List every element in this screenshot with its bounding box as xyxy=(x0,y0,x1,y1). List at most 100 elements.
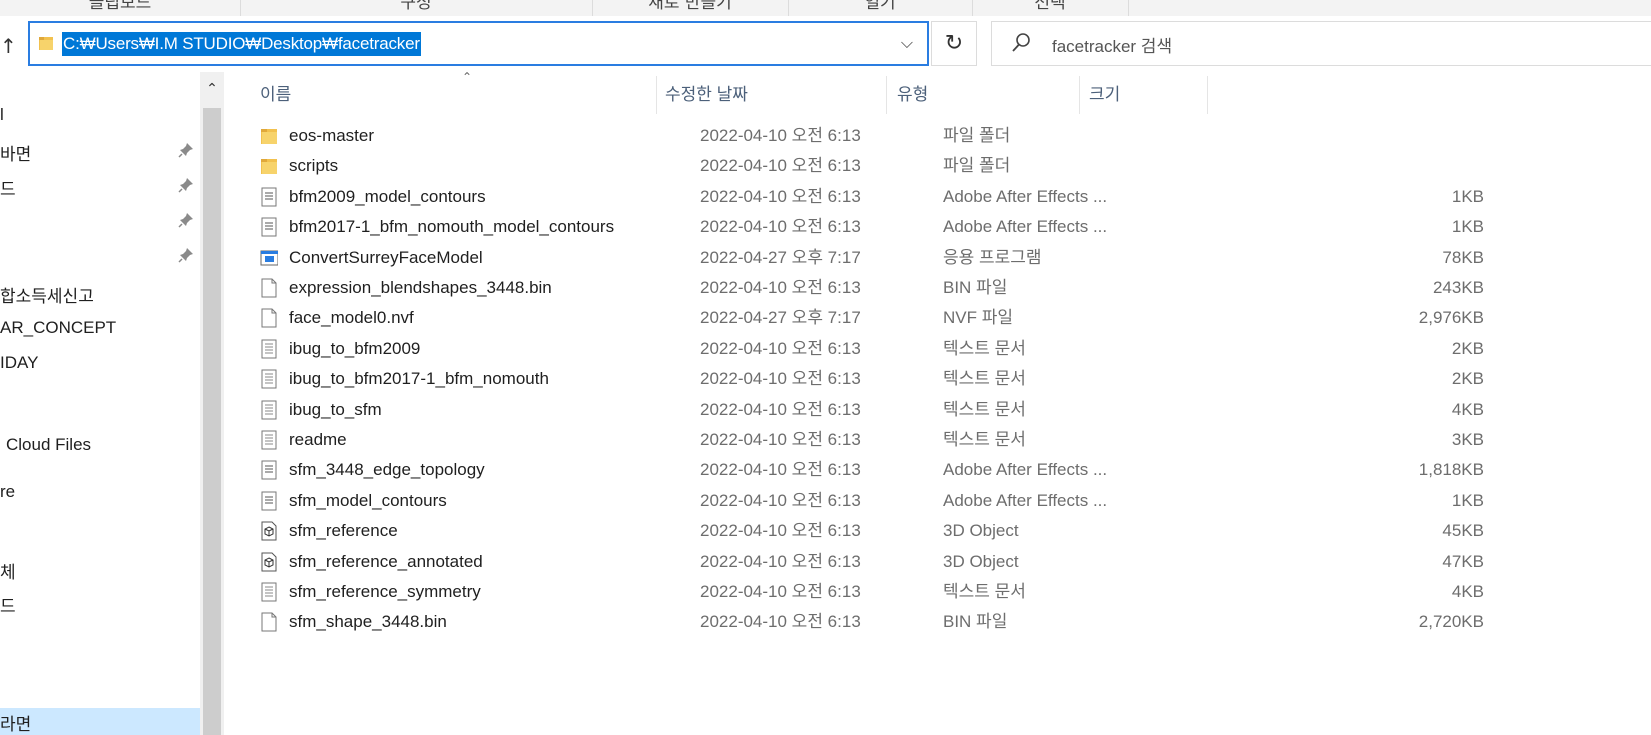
file-name[interactable]: face_model0.nvf xyxy=(289,303,414,333)
column-header-date[interactable]: 수정한 날짜 xyxy=(665,72,885,118)
file-row[interactable]: eos-master 2022-04-10 오전 6:13 파일 폴더 xyxy=(224,121,1651,151)
nav-item-desktop[interactable]: 바면 xyxy=(0,140,31,165)
column-header-type[interactable]: 유형 xyxy=(897,72,1077,118)
address-bar[interactable]: C:₩Users₩I.M STUDIO₩Desktop₩facetracker … xyxy=(28,21,929,66)
ribbon-group-clipboard[interactable]: 클립보드 xyxy=(0,0,241,16)
nav-item-ar-concept[interactable]: AR_CONCEPT xyxy=(0,318,116,338)
chevron-down-icon[interactable]: ⌵ xyxy=(897,31,917,55)
document-list-icon xyxy=(261,217,277,237)
nav-item-downloads[interactable]: 드 xyxy=(0,175,16,200)
document-list-icon xyxy=(261,491,277,511)
column-divider[interactable] xyxy=(656,76,657,114)
nav-item-tax[interactable]: 합소득세신고 xyxy=(0,282,94,307)
nav-item-iday[interactable]: IDAY xyxy=(0,353,38,373)
scroll-thumb[interactable] xyxy=(203,108,221,735)
file-row[interactable]: sfm_model_contours 2022-04-10 오전 6:13 Adob… xyxy=(224,486,1651,516)
file-row[interactable]: sfm_3448_edge_topology 2022-04-10 오전 6:13… xyxy=(224,455,1651,485)
column-divider[interactable] xyxy=(1207,76,1208,114)
file-row[interactable]: sfm_shape_3448.bin 2022-04-10 오전 6:13 BIN … xyxy=(224,607,1651,637)
file-date: 2022-04-10 오전 6:13 xyxy=(700,369,861,389)
nav-item-cloud-files[interactable]: Cloud Files xyxy=(6,435,91,455)
ribbon-group-organize[interactable]: 구성 xyxy=(240,0,593,16)
file-size: 2KB xyxy=(1451,338,1484,358)
nav-item-che[interactable]: 체 xyxy=(0,558,16,583)
file-row[interactable]: expression_blendshapes_3448.bin 2022-04-1… xyxy=(224,273,1651,303)
ribbon-group-select[interactable]: 선택 xyxy=(972,0,1129,16)
text-file-icon xyxy=(261,369,277,389)
pin-icon[interactable] xyxy=(178,142,194,158)
column-divider[interactable] xyxy=(886,76,887,114)
file-name[interactable]: sfm_shape_3448.bin xyxy=(289,607,447,637)
file-name[interactable]: sfm_reference xyxy=(289,516,398,546)
nav-item-selected[interactable]: 라면 xyxy=(0,708,200,735)
file-name[interactable]: bfm2017-1_bfm_nomouth_model_contours xyxy=(289,212,614,242)
file-date: 2022-04-10 오전 6:13 xyxy=(700,612,861,632)
file-name[interactable]: eos-master xyxy=(289,121,374,151)
refresh-button[interactable]: ↻ xyxy=(931,21,977,66)
blank-file-icon xyxy=(261,278,277,298)
search-input[interactable]: facetracker 검색 xyxy=(991,21,1651,66)
column-divider[interactable] xyxy=(1079,76,1080,114)
file-size: 45KB xyxy=(1442,521,1484,541)
file-name[interactable]: ibug_to_bfm2017-1_bfm_nomouth xyxy=(289,364,549,394)
file-row[interactable]: bfm2009_model_contours 2022-04-10 오전 6:13… xyxy=(224,182,1651,212)
3d-object-icon xyxy=(261,552,277,572)
ribbon: 클립보드 구성 새로 만들기 열기 선택 xyxy=(0,0,1651,17)
file-date: 2022-04-10 오전 6:13 xyxy=(700,338,861,358)
file-size: 1KB xyxy=(1451,186,1484,206)
file-date: 2022-04-10 오전 6:13 xyxy=(700,490,861,510)
file-date: 2022-04-10 오전 6:13 xyxy=(700,460,861,480)
up-arrow-button[interactable]: ↑ xyxy=(0,34,20,58)
file-date: 2022-04-10 오전 6:13 xyxy=(700,430,861,449)
application-icon xyxy=(260,250,278,266)
file-type: 텍스트 문서 xyxy=(943,369,1026,389)
pin-icon[interactable] xyxy=(178,177,194,193)
file-name[interactable]: ibug_to_bfm2009 xyxy=(289,334,420,364)
file-name[interactable]: sfm_3448_edge_topology xyxy=(289,455,485,485)
file-name[interactable]: bfm2009_model_contours xyxy=(289,182,486,212)
ribbon-group-new[interactable]: 새로 만들기 xyxy=(592,0,789,16)
nav-scrollbar[interactable]: ⌃ xyxy=(200,72,224,735)
address-path[interactable]: C:₩Users₩I.M STUDIO₩Desktop₩facetracker xyxy=(62,32,421,56)
file-name[interactable]: ibug_to_sfm xyxy=(289,395,382,425)
file-row[interactable]: sfm_reference_symmetry 2022-04-10 오전 6:13… xyxy=(224,577,1651,607)
file-row[interactable]: ibug_to_bfm2017-1_bfm_nomouth 2022-04-10 … xyxy=(224,364,1651,394)
file-name[interactable]: sfm_model_contours xyxy=(289,486,447,516)
file-name[interactable]: sfm_reference_symmetry xyxy=(289,577,481,607)
file-name[interactable]: scripts xyxy=(289,151,338,181)
file-row[interactable]: sfm_reference 2022-04-10 오전 6:13 3D Object… xyxy=(224,516,1651,546)
pin-icon[interactable] xyxy=(178,247,194,263)
pin-icon[interactable] xyxy=(178,212,194,228)
file-row[interactable]: readme 2022-04-10 오전 6:13 텍스트 문서 3KB xyxy=(224,425,1651,455)
file-type: BIN 파일 xyxy=(943,612,1008,632)
text-file-icon xyxy=(261,339,277,359)
nav-item-label: 라면 xyxy=(0,715,32,734)
file-row[interactable]: sfm_reference_annotated 2022-04-10 오전 6:1… xyxy=(224,547,1651,577)
file-size: 47KB xyxy=(1442,551,1484,571)
file-row[interactable]: ibug_to_bfm2009 2022-04-10 오전 6:13 텍스트 문서 2… xyxy=(224,334,1651,364)
file-name[interactable]: readme xyxy=(289,425,347,455)
file-name[interactable]: ConvertSurreyFaceModel xyxy=(289,243,483,273)
file-name[interactable]: expression_blendshapes_3448.bin xyxy=(289,273,552,303)
file-name[interactable]: sfm_reference_annotated xyxy=(289,547,483,577)
file-row[interactable]: face_model0.nvf 2022-04-27 오후 7:17 NVF 파일 2… xyxy=(224,303,1651,333)
nav-item-downloads-2[interactable]: 드 xyxy=(0,592,16,617)
nav-item-re[interactable]: re xyxy=(0,482,15,502)
column-header-name[interactable]: 이름 xyxy=(260,72,700,118)
blank-file-icon xyxy=(261,612,277,632)
file-size: 4KB xyxy=(1451,582,1484,601)
scroll-up-button[interactable]: ⌃ xyxy=(200,72,224,106)
file-date: 2022-04-10 오전 6:13 xyxy=(700,399,861,419)
file-row[interactable]: ibug_to_sfm 2022-04-10 오전 6:13 텍스트 문서 4KB xyxy=(224,395,1651,425)
file-row[interactable]: ConvertSurreyFaceModel 2022-04-27 오후 7:17… xyxy=(224,243,1651,273)
file-date: 2022-04-10 오전 6:13 xyxy=(700,217,861,237)
file-type: 응용 프로그램 xyxy=(943,247,1042,267)
nav-item[interactable]: l xyxy=(0,105,4,125)
file-row[interactable]: bfm2017-1_bfm_nomouth_model_contours 2022… xyxy=(224,212,1651,242)
file-type: Adobe After Effects ... xyxy=(943,186,1108,206)
file-size: 2,976KB xyxy=(1418,308,1484,328)
column-header-size[interactable]: 크기 xyxy=(1089,72,1209,118)
ribbon-group-open[interactable]: 열기 xyxy=(788,0,973,16)
file-row[interactable]: scripts 2022-04-10 오전 6:13 파일 폴더 xyxy=(224,151,1651,181)
file-size: 78KB xyxy=(1442,247,1484,267)
